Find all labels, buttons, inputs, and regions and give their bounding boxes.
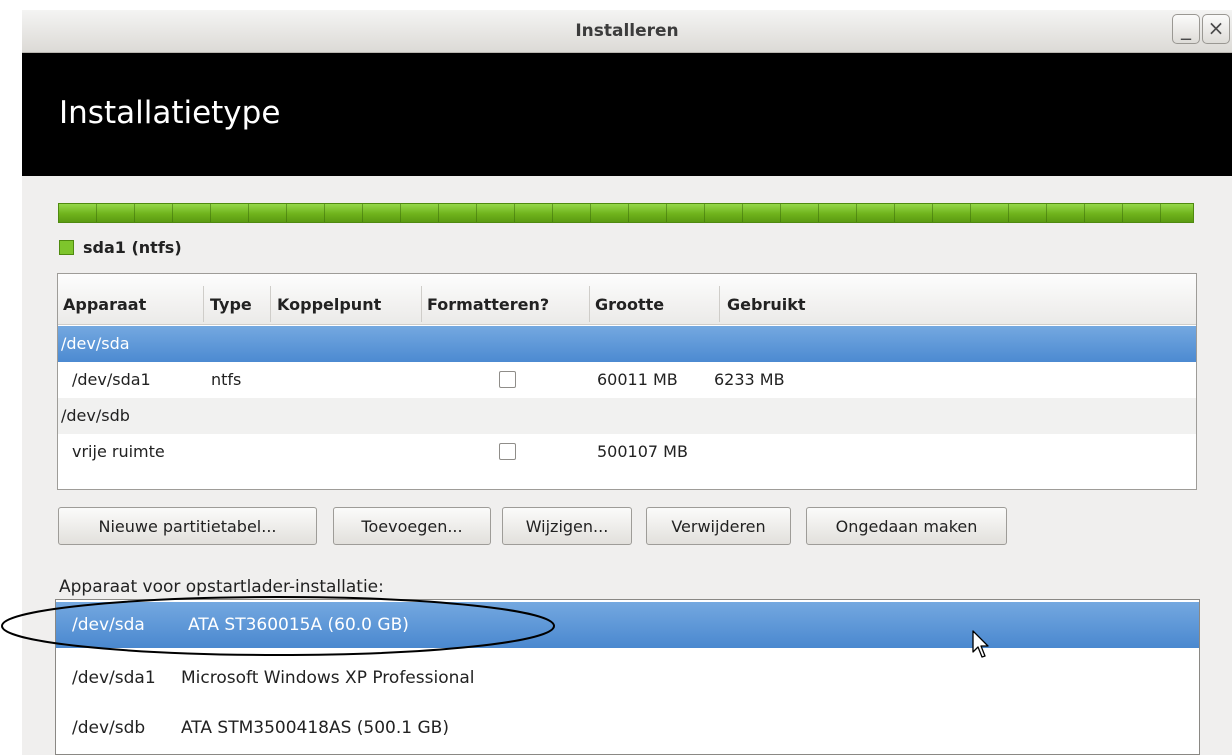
mouse-cursor-icon [972, 630, 989, 658]
annotation-ellipse [1, 596, 555, 656]
